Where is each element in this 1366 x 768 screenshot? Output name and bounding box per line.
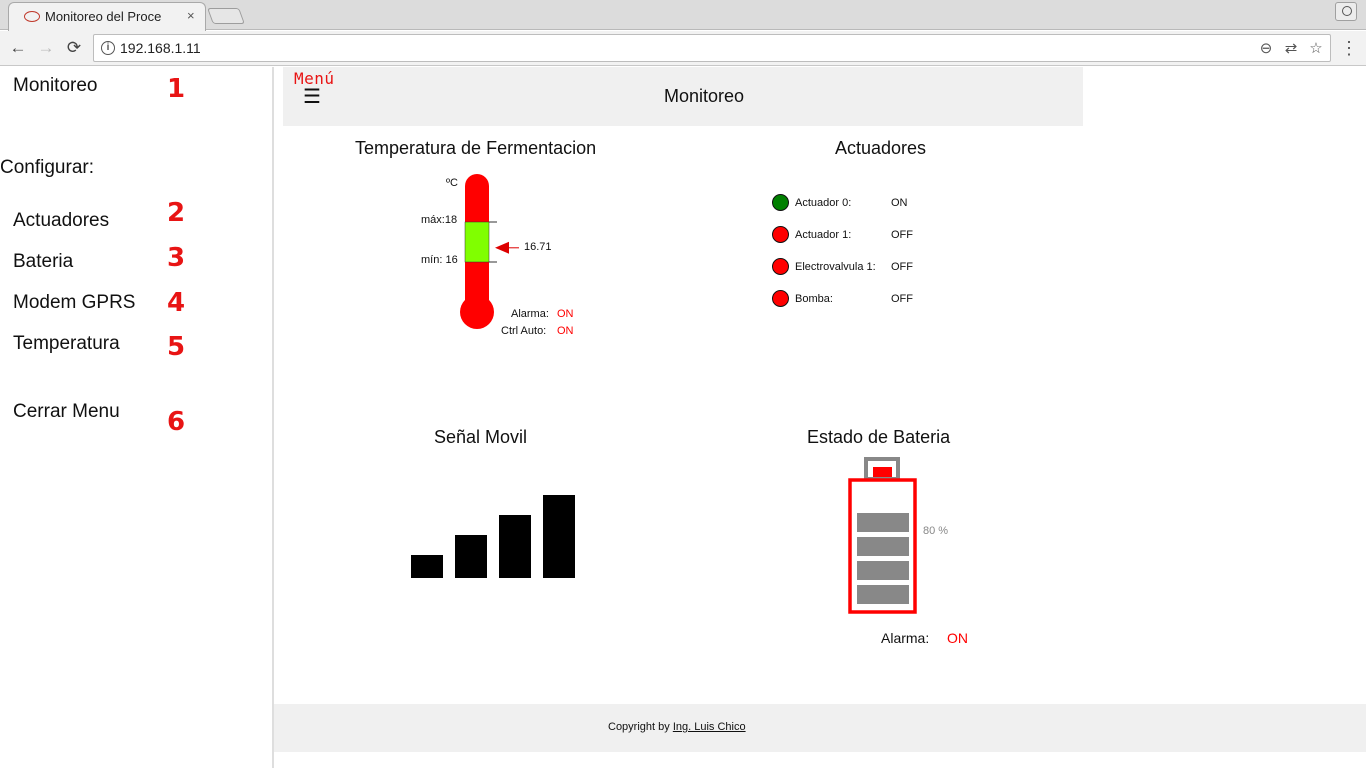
actuator-state: OFF bbox=[891, 261, 913, 273]
temperature-current-value: 16.71 bbox=[524, 241, 552, 253]
menu-number-6: 6 bbox=[167, 407, 186, 437]
temperature-max-label: máx:18 bbox=[421, 214, 458, 226]
actuator-state: OFF bbox=[891, 293, 913, 305]
menu-number-4: 4 bbox=[167, 288, 186, 318]
thermometer-icon bbox=[460, 174, 497, 329]
page-footer bbox=[274, 704, 1366, 752]
menu-number-3: 3 bbox=[167, 243, 186, 273]
battery-icon bbox=[848, 457, 917, 614]
browser-menu-icon[interactable]: ⋮ bbox=[1340, 37, 1358, 59]
actuator-row: Actuador 0: ON bbox=[772, 194, 952, 214]
menu-number-1: 1 bbox=[167, 74, 186, 104]
menu-section-configurar: Configurar: bbox=[0, 157, 94, 178]
actuator-row: Actuador 1: OFF bbox=[772, 226, 952, 246]
zoom-icon[interactable]: ⊖ bbox=[1256, 39, 1276, 59]
address-url[interactable]: 192.168.1.11 bbox=[120, 40, 201, 56]
battery-segment bbox=[857, 561, 909, 580]
menu-item-monitoreo[interactable]: Monitoreo bbox=[13, 75, 98, 97]
profile-icon[interactable] bbox=[1335, 2, 1357, 21]
actuator-row: Bomba: OFF bbox=[772, 290, 952, 310]
signal-bar bbox=[543, 495, 575, 578]
translate-icon[interactable]: ⇄ bbox=[1281, 39, 1301, 59]
menu-item-modem-gprs[interactable]: Modem GPRS bbox=[13, 292, 135, 314]
battery-segment bbox=[857, 585, 909, 604]
actuator-name: Bomba: bbox=[795, 293, 833, 305]
actuator-name: Actuador 1: bbox=[795, 229, 852, 241]
menu-item-temperatura[interactable]: Temperatura bbox=[13, 333, 120, 355]
temperature-unit: ºC bbox=[446, 177, 458, 189]
browser-tab-bar: Monitoreo del Proce × bbox=[0, 0, 1366, 31]
menu-item-cerrar[interactable]: Cerrar Menu bbox=[13, 401, 120, 423]
copyright-text: Copyright by Ing. Luis Chico bbox=[608, 721, 746, 733]
browser-tab-active[interactable]: Monitoreo del Proce × bbox=[8, 2, 206, 31]
reload-icon[interactable]: ⟳ bbox=[63, 37, 85, 59]
temperature-alarm-value: ON bbox=[557, 308, 574, 320]
page-title: Monitoreo bbox=[663, 86, 745, 106]
menu-item-bateria[interactable]: Bateria bbox=[13, 251, 73, 273]
temperature-title: Temperatura de Fermentacion bbox=[355, 138, 597, 158]
browser-toolbar: ← → ⟳ i 192.168.1.11 ⊖ ⇄ ☆ ⋮ bbox=[0, 31, 1366, 66]
actuators-title: Actuadores bbox=[835, 138, 927, 158]
actuator-state: ON bbox=[891, 197, 908, 209]
temperature-alarm-label: Alarma: bbox=[511, 308, 549, 320]
back-icon[interactable]: ← bbox=[7, 37, 29, 59]
battery-level-label: 80 % bbox=[923, 525, 949, 537]
signal-bar bbox=[455, 535, 487, 578]
actuator-state: OFF bbox=[891, 229, 913, 241]
actuator-status-led bbox=[772, 290, 789, 307]
site-favicon-icon bbox=[24, 11, 40, 22]
battery-alarm-label: Alarma: bbox=[881, 630, 930, 646]
site-info-icon[interactable]: i bbox=[101, 41, 115, 55]
menu-item-actuadores[interactable]: Actuadores bbox=[13, 210, 109, 232]
tab-close-icon[interactable]: × bbox=[187, 8, 195, 23]
battery-segment bbox=[857, 513, 909, 532]
battery-alarm-value: ON bbox=[947, 630, 968, 646]
menu-number-2: 2 bbox=[167, 198, 186, 228]
ctrl-auto-value: ON bbox=[557, 325, 574, 337]
signal-title: Señal Movil bbox=[434, 427, 528, 447]
actuator-status-led bbox=[772, 258, 789, 275]
actuator-status-led bbox=[772, 226, 789, 243]
new-tab-button[interactable] bbox=[207, 8, 245, 24]
menu-number-5: 5 bbox=[167, 332, 186, 362]
signal-bar bbox=[411, 555, 443, 578]
copyright-prefix: Copyright by bbox=[608, 721, 673, 733]
current-temperature-arrow bbox=[495, 241, 509, 254]
actuator-status-led bbox=[772, 194, 789, 211]
address-bar[interactable]: i 192.168.1.11 ⊖ ⇄ ☆ bbox=[93, 34, 1331, 62]
bookmark-star-icon[interactable]: ☆ bbox=[1306, 39, 1326, 59]
actuator-name: Electrovalvula 1: bbox=[795, 261, 876, 273]
actuator-row: Electrovalvula 1: OFF bbox=[772, 258, 952, 278]
ctrl-auto-label: Ctrl Auto: bbox=[501, 325, 547, 337]
actuator-name: Actuador 0: bbox=[795, 197, 852, 209]
battery-segment bbox=[857, 537, 909, 556]
battery-title: Estado de Bateria bbox=[807, 427, 951, 447]
signal-strength-icon bbox=[411, 495, 575, 578]
tab-title: Monitoreo del Proce bbox=[45, 9, 162, 24]
signal-bar bbox=[499, 515, 531, 578]
author-link[interactable]: Ing. Luis Chico bbox=[673, 721, 746, 733]
forward-icon[interactable]: → bbox=[35, 37, 57, 59]
temperature-min-label: mín: 16 bbox=[421, 254, 458, 266]
side-menu: Monitoreo 1 Configurar: Actuadores 2 Bat… bbox=[0, 67, 274, 768]
